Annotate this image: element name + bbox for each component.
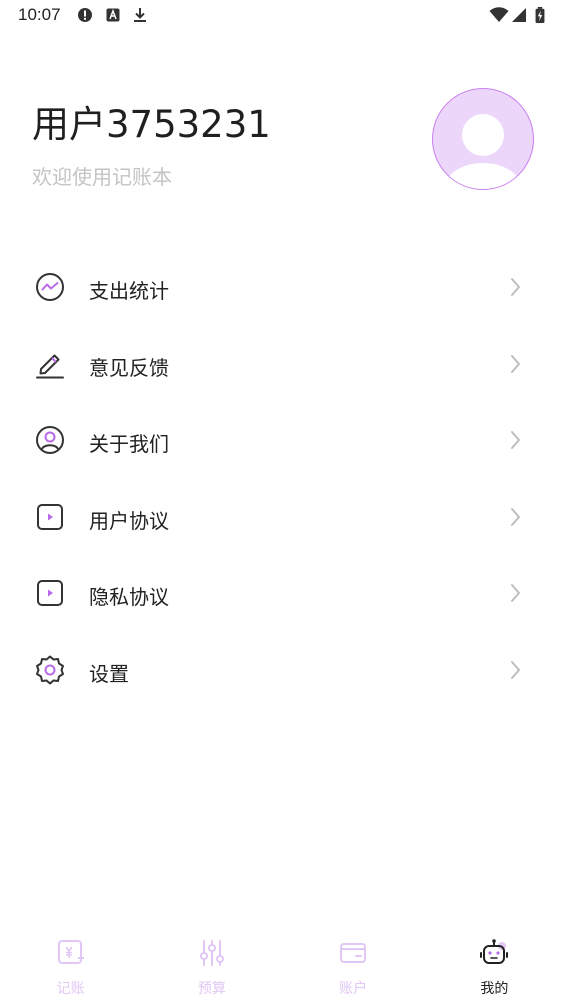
nav-tab-bookkeeping[interactable]: 记账 <box>0 928 141 1004</box>
menu-item-about-us[interactable]: 关于我们 <box>0 402 565 479</box>
nav-tab-label: 账户 <box>339 981 368 997</box>
nav-tab-budget[interactable]: 预算 <box>141 928 282 1004</box>
menu-item-label: 意见反馈 <box>89 355 169 380</box>
menu-item-label: 隐私协议 <box>89 585 169 610</box>
menu-item-label: 用户协议 <box>89 508 169 533</box>
wallet-icon <box>340 943 367 963</box>
download-icon <box>134 8 146 22</box>
profile-subtitle: 欢迎使用记账本 <box>32 165 172 189</box>
nav-tab-account[interactable]: 账户 <box>283 928 424 1004</box>
user-circle-icon <box>36 426 64 455</box>
battery-charging-icon <box>535 7 545 23</box>
chevron-right-icon <box>511 660 520 679</box>
sliders-icon <box>199 940 224 966</box>
menu-item-user-agreement[interactable]: 用户协议 <box>0 479 565 556</box>
nav-tab-label: 预算 <box>197 981 226 997</box>
menu-list: 支出统计 意见反馈 关于我们 用户协议 隐私协议 设置 <box>0 249 565 709</box>
nav-tab-label: 记账 <box>56 981 85 997</box>
chart-circle-icon <box>36 273 64 301</box>
gear-icon <box>36 655 64 685</box>
play-square-icon <box>37 503 63 530</box>
nav-tab-label: 我的 <box>480 981 509 997</box>
avatar[interactable] <box>432 88 534 190</box>
chevron-right-icon <box>511 584 520 603</box>
chevron-right-icon <box>511 507 520 526</box>
bottom-nav: 记账 预算 账户 我的 <box>0 928 565 1004</box>
menu-item-settings[interactable]: 设置 <box>0 632 565 709</box>
nav-tab-mine[interactable]: 我的 <box>424 928 565 1004</box>
bookkeeping-icon <box>57 940 84 964</box>
font-a-icon <box>106 8 120 22</box>
menu-item-label: 支出统计 <box>89 279 169 303</box>
menu-item-feedback[interactable]: 意见反馈 <box>0 326 565 403</box>
menu-item-label: 关于我们 <box>89 432 169 457</box>
status-time: 10:07 <box>18 5 61 24</box>
default-avatar-icon <box>443 114 523 189</box>
menu-item-privacy-agreement[interactable]: 隐私协议 <box>0 555 565 632</box>
wifi-icon <box>489 7 509 22</box>
menu-item-label: 设置 <box>89 661 129 686</box>
edit-pen-icon <box>36 354 64 379</box>
robot-icon <box>480 939 509 964</box>
profile-username: 用户3753231 <box>32 103 271 146</box>
chevron-right-icon <box>511 354 520 373</box>
menu-item-expense-stats[interactable]: 支出统计 <box>0 249 565 326</box>
play-square-icon <box>37 580 63 607</box>
status-bar: 10:07 <box>0 0 565 32</box>
chevron-right-icon <box>511 278 520 296</box>
signal-icon <box>512 8 526 22</box>
alert-circle-icon <box>78 8 92 22</box>
chevron-right-icon <box>511 431 520 450</box>
